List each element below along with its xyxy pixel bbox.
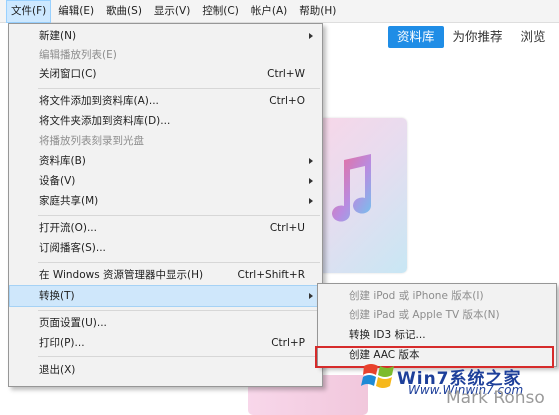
menu-item-label: 订阅播客(S)... xyxy=(39,242,106,254)
menu-item-label: 创建 iPod 或 iPhone 版本(I) xyxy=(349,290,484,302)
submenu-arrow-icon xyxy=(309,158,313,164)
menu-item-label: 编辑播放列表(E) xyxy=(39,49,117,61)
menu-item-label: 将播放列表刻录到光盘 xyxy=(39,135,144,147)
menu-song[interactable]: 歌曲(S) xyxy=(102,1,146,22)
menu-item-label: 关闭窗口(C) xyxy=(39,68,97,80)
tab-library[interactable]: 资料库 xyxy=(388,26,444,48)
menu-separator xyxy=(38,356,320,357)
menu-bar: 文件(F) 编辑(E) 歌曲(S) 显示(V) 控制(C) 帐户(A) 帮助(H… xyxy=(0,0,559,23)
menu-item-label: 将文件添加到资料库(A)... xyxy=(39,95,159,107)
menu-item-shortcut: Ctrl+P xyxy=(271,337,305,349)
submenu-item-convert-id3[interactable]: 转换 ID3 标记... xyxy=(319,325,555,345)
menu-item-home-sharing[interactable]: 家庭共享(M) xyxy=(10,191,321,211)
menu-item-library[interactable]: 资料库(B) xyxy=(10,151,321,171)
menu-item-label: 设备(V) xyxy=(39,175,76,187)
menu-item-add-file[interactable]: 将文件添加到资料库(A)... Ctrl+O xyxy=(10,91,321,111)
submenu-item-ipod-version: 创建 iPod 或 iPhone 版本(I) xyxy=(319,286,555,306)
menu-item-label: 在 Windows 资源管理器中显示(H) xyxy=(39,269,204,281)
menu-item-label: 创建 iPad 或 Apple TV 版本(N) xyxy=(349,309,500,321)
menu-item-shortcut: Ctrl+W xyxy=(267,68,305,80)
menu-item-edit-playlist: 编辑播放列表(E) xyxy=(10,45,321,65)
menu-separator xyxy=(38,88,320,89)
menu-item-page-setup[interactable]: 页面设置(U)... xyxy=(10,313,321,333)
music-note-icon xyxy=(332,154,371,222)
menu-item-label: 转换 ID3 标记... xyxy=(349,329,426,341)
menu-separator xyxy=(38,215,320,216)
submenu-arrow-icon xyxy=(309,198,313,204)
menu-item-label: 打开流(O)... xyxy=(39,222,97,234)
tab-for-you[interactable]: 为你推荐 xyxy=(444,26,512,48)
menu-item-new[interactable]: 新建(N) xyxy=(10,26,321,46)
menu-item-label: 将文件夹添加到资料库(D)... xyxy=(39,115,171,127)
artist-name: Mark Ronso xyxy=(446,388,545,408)
menu-item-shortcut: Ctrl+Shift+R xyxy=(237,269,305,281)
menu-file[interactable]: 文件(F) xyxy=(5,0,52,23)
menu-controls[interactable]: 控制(C) xyxy=(198,1,243,22)
menu-item-show-in-explorer[interactable]: 在 Windows 资源管理器中显示(H) Ctrl+Shift+R xyxy=(10,265,321,285)
submenu-arrow-icon xyxy=(309,293,313,299)
menu-item-label: 页面设置(U)... xyxy=(39,317,107,329)
menu-item-label: 家庭共享(M) xyxy=(39,195,99,207)
menu-item-label: 资料库(B) xyxy=(39,155,86,167)
menu-item-label: 退出(X) xyxy=(39,364,76,376)
menu-item-label: 新建(N) xyxy=(39,30,77,42)
menu-item-open-stream[interactable]: 打开流(O)... Ctrl+U xyxy=(10,218,321,238)
menu-item-close-window[interactable]: 关闭窗口(C) Ctrl+W xyxy=(10,64,321,84)
menu-separator xyxy=(38,262,320,263)
menu-item-exit[interactable]: 退出(X) xyxy=(10,360,321,380)
menu-item-shortcut: Ctrl+O xyxy=(269,95,305,107)
menu-item-label: 打印(P)... xyxy=(39,337,85,349)
submenu-arrow-icon xyxy=(309,178,313,184)
menu-item-print[interactable]: 打印(P)... Ctrl+P xyxy=(10,333,321,353)
menu-item-burn-playlist: 将播放列表刻录到光盘 xyxy=(10,131,321,151)
tab-browse[interactable]: 浏览 xyxy=(512,26,555,48)
library-tabs: 资料库 为你推荐 浏览 xyxy=(388,26,555,48)
submenu-arrow-icon xyxy=(309,33,313,39)
menu-view[interactable]: 显示(V) xyxy=(150,1,194,22)
menu-item-shortcut: Ctrl+U xyxy=(269,222,305,234)
menu-account[interactable]: 帐户(A) xyxy=(247,1,291,22)
menu-item-add-folder[interactable]: 将文件夹添加到资料库(D)... xyxy=(10,111,321,131)
menu-help[interactable]: 帮助(H) xyxy=(295,1,340,22)
menu-item-subscribe-podcast[interactable]: 订阅播客(S)... xyxy=(10,238,321,258)
menu-item-convert[interactable]: 转换(T) xyxy=(9,285,322,307)
menu-item-label: 转换(T) xyxy=(39,290,75,302)
windows-logo-icon xyxy=(361,364,394,388)
menu-item-devices[interactable]: 设备(V) xyxy=(10,171,321,191)
menu-separator xyxy=(38,310,320,311)
file-menu-dropdown: 新建(N) 编辑播放列表(E) 关闭窗口(C) Ctrl+W 将文件添加到资料库… xyxy=(8,23,323,387)
submenu-item-ipad-version: 创建 iPad 或 Apple TV 版本(N) xyxy=(319,305,555,325)
menu-edit[interactable]: 编辑(E) xyxy=(54,1,98,22)
